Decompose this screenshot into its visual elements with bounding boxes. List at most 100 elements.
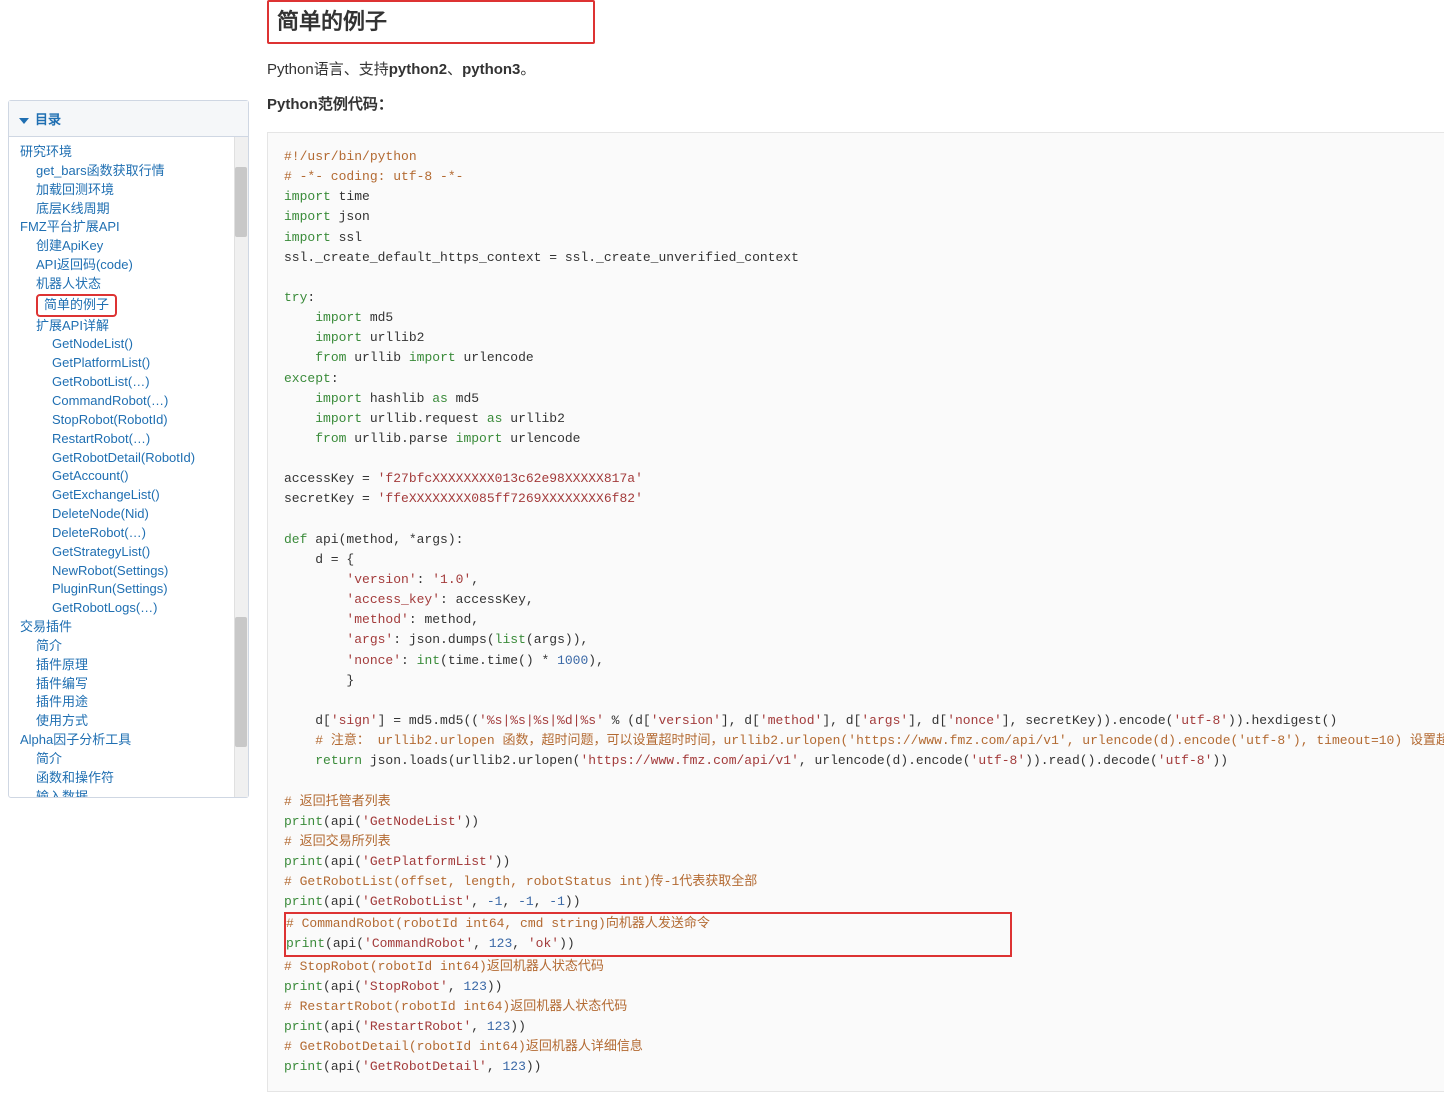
toc-item[interactable]: 简介 xyxy=(33,637,248,656)
toc-item[interactable]: GetRobotList(…) xyxy=(49,373,248,392)
num: 123 xyxy=(463,979,486,994)
num: 123 xyxy=(489,936,512,951)
toc-item[interactable]: RestartRobot(…) xyxy=(49,430,248,449)
toc-header[interactable]: 目录 xyxy=(9,101,248,137)
mod: ssl xyxy=(331,230,362,245)
toc-sidebar: 目录 研究环境get_bars函数获取行情加载回测环境底层K线周期FMZ平台扩展… xyxy=(8,100,249,798)
toc-item[interactable]: DeleteRobot(…) xyxy=(49,524,248,543)
str: 'GetPlatformList' xyxy=(362,854,495,869)
code-line: (time.time() * xyxy=(440,653,557,668)
toc-item[interactable]: 函数和操作符 xyxy=(33,769,248,788)
kw: try xyxy=(284,290,307,305)
kw: return xyxy=(315,753,362,768)
num: 123 xyxy=(487,1019,510,1034)
kw: import xyxy=(284,189,331,204)
toc-item-selected[interactable]: 简单的例子 xyxy=(36,294,117,317)
sidebar-container: 目录 研究环境get_bars函数获取行情加载回测环境底层K线周期FMZ平台扩展… xyxy=(0,0,257,1112)
str: 'GetRobotList' xyxy=(362,894,471,909)
code-comment: # StopRobot(robotId int64)返回机器人状态代码 xyxy=(284,959,604,974)
toc-item[interactable]: GetRobotDetail(RobotId) xyxy=(49,449,248,468)
chevron-down-icon xyxy=(19,118,29,124)
kw: from xyxy=(315,431,346,446)
kw: import xyxy=(284,209,331,224)
toc-item[interactable]: FMZ平台扩展API xyxy=(17,218,248,237)
str: 'utf-8' xyxy=(971,753,1026,768)
toc-item[interactable]: 简单的例子 xyxy=(33,294,248,317)
mod: urlencode xyxy=(502,431,580,446)
toc-list: 研究环境get_bars函数获取行情加载回测环境底层K线周期FMZ平台扩展API… xyxy=(17,143,248,797)
kw: import xyxy=(409,350,456,365)
code-line: method, xyxy=(417,612,479,627)
kw: print xyxy=(284,894,323,909)
str: 'method' xyxy=(760,713,822,728)
scrollbar-track[interactable] xyxy=(234,137,248,797)
toc-item[interactable]: DeleteNode(Nid) xyxy=(49,505,248,524)
toc-item[interactable]: 研究环境 xyxy=(17,143,248,162)
toc-item[interactable]: CommandRobot(…) xyxy=(49,392,248,411)
toc-item[interactable]: 创建ApiKey xyxy=(33,237,248,256)
code-line: )) xyxy=(1212,753,1228,768)
num: -1 xyxy=(549,894,565,909)
toc-item[interactable]: 插件编写 xyxy=(33,675,248,694)
str: '%s|%s|%s|%d|%s' xyxy=(479,713,604,728)
code-line: json.dumps( xyxy=(401,632,495,647)
code-line: secretKey = xyxy=(284,491,378,506)
mod: md5 xyxy=(448,391,479,406)
toc-item[interactable]: 插件原理 xyxy=(33,656,248,675)
toc-item[interactable]: NewRobot(Settings) xyxy=(49,562,248,581)
kw: print xyxy=(284,854,323,869)
toc-item[interactable]: GetAccount() xyxy=(49,467,248,486)
code-comment: # 返回托管者列表 xyxy=(284,794,391,809)
code-line: )).read().decode( xyxy=(1025,753,1158,768)
str: 'https://www.fmz.com/api/v1' xyxy=(580,753,798,768)
code-line: } xyxy=(284,673,354,688)
kw: print xyxy=(284,1019,323,1034)
mod: hashlib xyxy=(362,391,432,406)
toc-item[interactable]: PluginRun(Settings) xyxy=(49,580,248,599)
str: 'args' xyxy=(861,713,908,728)
str: 'version' xyxy=(346,572,416,587)
toc-item[interactable]: StopRobot(RobotId) xyxy=(49,411,248,430)
toc-item[interactable]: Alpha因子分析工具 xyxy=(17,731,248,750)
num: 123 xyxy=(502,1059,525,1074)
scrollbar-thumb-bottom[interactable] xyxy=(235,617,247,747)
toc-item[interactable]: GetExchangeList() xyxy=(49,486,248,505)
code-line: json.loads(urllib2.urlopen( xyxy=(362,753,580,768)
kw: import xyxy=(315,330,362,345)
toc-item[interactable]: GetStrategyList() xyxy=(49,543,248,562)
fn: int xyxy=(417,653,440,668)
code-comment: # RestartRobot(robotId int64)返回机器人状态代码 xyxy=(284,999,627,1014)
str: 'GetNodeList' xyxy=(362,814,463,829)
code-line: ], d[ xyxy=(721,713,760,728)
toc-item[interactable]: GetNodeList() xyxy=(49,335,248,354)
code-block: #!/usr/bin/python # -*- coding: utf-8 -*… xyxy=(267,132,1444,1092)
toc-item[interactable]: 插件用途 xyxy=(33,693,248,712)
toc-item[interactable]: get_bars函数获取行情 xyxy=(33,162,248,181)
code-line: accessKey, xyxy=(448,592,534,607)
code-line: (args)), xyxy=(526,632,588,647)
kw: print xyxy=(284,979,323,994)
toc-item[interactable]: 输入数据 xyxy=(33,788,248,797)
toc-item[interactable]: 交易插件 xyxy=(17,618,248,637)
str: 'version' xyxy=(651,713,721,728)
code-highlight-box: # CommandRobot(robotId int64, cmd string… xyxy=(284,912,1012,956)
toc-item[interactable]: GetRobotLogs(…) xyxy=(49,599,248,618)
str: 'f27bfcXXXXXXXX013c62e98XXXXX817a' xyxy=(378,471,643,486)
toc-item[interactable]: 简介 xyxy=(33,750,248,769)
code-comment: # GetRobotList(offset, length, robotStat… xyxy=(284,874,757,889)
code-line: % (d[ xyxy=(604,713,651,728)
main-content: 简单的例子 Python语言、支持python2、python3。 Python… xyxy=(257,0,1444,1112)
code-line: )).hexdigest() xyxy=(1228,713,1337,728)
toc-item[interactable]: API返回码(code) xyxy=(33,256,248,275)
toc-item[interactable]: 使用方式 xyxy=(33,712,248,731)
intro-text: Python语言、支持 xyxy=(267,61,389,78)
toc-item[interactable]: GetPlatformList() xyxy=(49,354,248,373)
toc-item[interactable]: 扩展API详解 xyxy=(33,317,248,336)
toc-item[interactable]: 底层K线周期 xyxy=(33,200,248,219)
code-comment: # CommandRobot(robotId int64, cmd string… xyxy=(286,916,710,931)
code-comment: # 返回交易所列表 xyxy=(284,834,391,849)
toc-item[interactable]: 加载回测环境 xyxy=(33,181,248,200)
scrollbar-thumb-top[interactable] xyxy=(235,167,247,237)
toc-item[interactable]: 机器人状态 xyxy=(33,275,248,294)
example-label: Python范例代码： xyxy=(267,93,1444,114)
